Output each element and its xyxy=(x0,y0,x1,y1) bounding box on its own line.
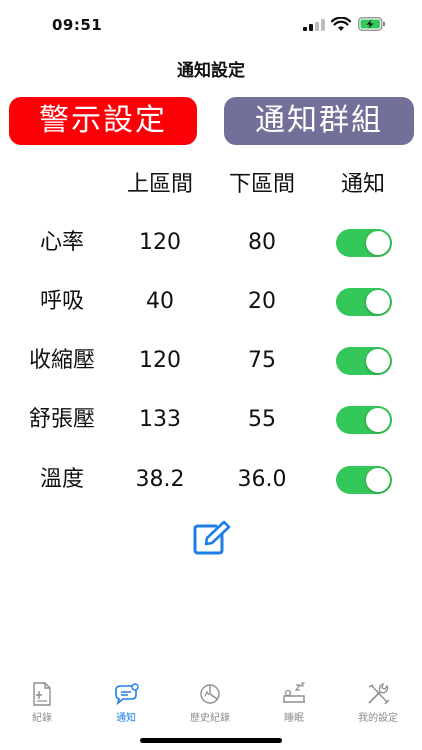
row-lower-systolic[interactable]: 75 xyxy=(210,346,314,376)
row-label-respiration: 呼吸 xyxy=(39,289,84,314)
wifi-icon xyxy=(331,17,351,31)
row-label-heart-rate: 心率 xyxy=(39,230,84,255)
row-upper-temperature[interactable]: 38.2 xyxy=(108,465,212,495)
record-icon xyxy=(33,682,51,706)
row-upper-heart-rate[interactable]: 120 xyxy=(108,228,212,258)
row-label-systolic: 收縮壓 xyxy=(28,348,95,373)
tab-label: 歷史紀錄 xyxy=(190,713,230,724)
toggle-knob xyxy=(366,231,390,255)
history-chart-icon xyxy=(200,684,220,704)
status-bar: 09:51 xyxy=(0,0,422,50)
row-lower-temperature[interactable]: 36.0 xyxy=(210,465,314,495)
cellular-signal-icon xyxy=(303,19,325,31)
tab-notify[interactable]: 通知 xyxy=(84,676,168,724)
row-upper-diastolic[interactable]: 133 xyxy=(108,405,212,435)
notify-group-button[interactable]: 通知群組 xyxy=(224,97,414,145)
tab-label: 通知 xyxy=(116,713,136,724)
row-upper-respiration[interactable]: 40 xyxy=(108,287,212,317)
status-time: 09:51 xyxy=(52,16,103,34)
page-title: 通知設定 xyxy=(177,61,245,81)
tab-my-settings[interactable]: 我的設定 xyxy=(336,676,420,724)
tab-record[interactable]: 紀錄 xyxy=(0,676,84,724)
toggle-knob xyxy=(366,349,390,373)
tab-history[interactable]: 歷史紀錄 xyxy=(168,676,252,724)
notify-toggle-diastolic[interactable] xyxy=(336,406,392,434)
row-upper-systolic[interactable]: 120 xyxy=(108,346,212,376)
chat-notify-icon xyxy=(115,683,139,706)
edit-icon[interactable] xyxy=(192,520,232,556)
toggle-knob xyxy=(366,408,390,432)
notify-toggle-systolic[interactable] xyxy=(336,347,392,375)
home-indicator xyxy=(140,738,282,743)
notify-toggle-temperature[interactable] xyxy=(336,466,392,494)
tools-icon xyxy=(368,682,390,705)
toggle-knob xyxy=(366,468,390,492)
row-label-temperature: 溫度 xyxy=(39,467,84,492)
tab-label: 睡眠 xyxy=(284,713,304,724)
header-notify: 通知 xyxy=(340,172,385,197)
header-lower: 下區間 xyxy=(228,172,295,197)
toggle-knob xyxy=(366,290,390,314)
alert-settings-button[interactable]: 警示設定 xyxy=(9,97,197,145)
row-lower-diastolic[interactable]: 55 xyxy=(210,405,314,435)
notify-toggle-heart-rate[interactable] xyxy=(336,229,392,257)
tab-sleep[interactable]: 睡眠 xyxy=(252,676,336,724)
row-lower-respiration[interactable]: 20 xyxy=(210,287,314,317)
row-label-diastolic: 舒張壓 xyxy=(28,407,95,432)
row-lower-heart-rate[interactable]: 80 xyxy=(210,228,314,258)
battery-charging-icon xyxy=(358,17,385,31)
tab-label: 紀錄 xyxy=(32,713,52,724)
tab-label: 我的設定 xyxy=(358,713,398,724)
tab-bar: 紀錄 通知 歷史紀錄 睡眠 我的設定 xyxy=(0,676,422,726)
notify-toggle-respiration[interactable] xyxy=(336,288,392,316)
sleep-icon xyxy=(283,682,306,703)
header-upper: 上區間 xyxy=(126,172,193,197)
